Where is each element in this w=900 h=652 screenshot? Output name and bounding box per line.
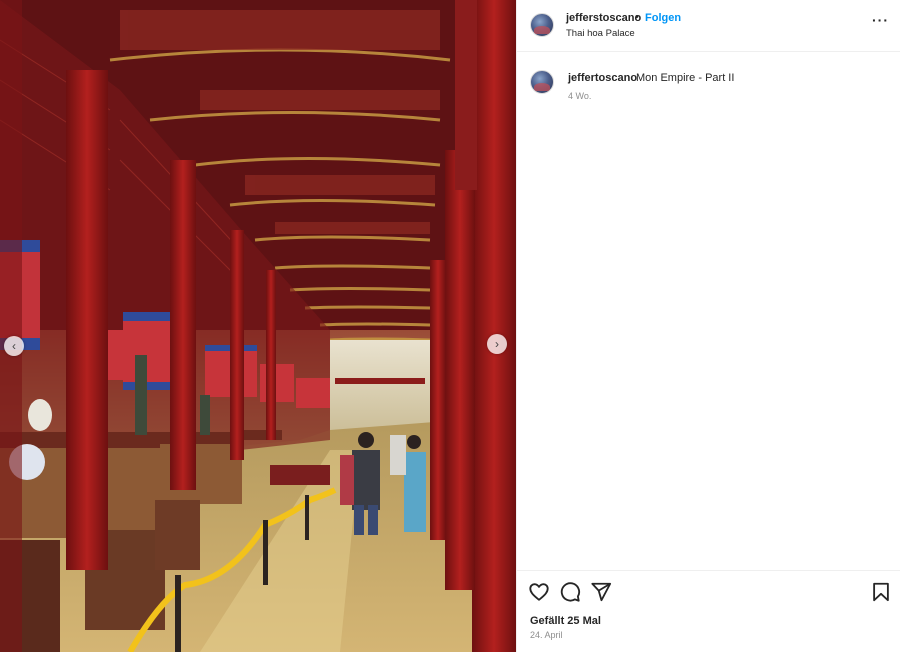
chevron-right-icon: › [495,337,499,351]
comment-icon[interactable] [559,581,581,603]
follow-button[interactable]: Folgen [645,12,681,24]
caption-avatar[interactable] [530,70,554,94]
next-photo-button[interactable]: › [487,334,507,354]
caption-timestamp[interactable]: 4 Wo. [568,91,591,101]
post-location[interactable]: Thai hoa Palace [566,28,635,39]
author-username[interactable]: jefferstoscano [566,12,641,24]
caption-username[interactable]: jeffertoscano [568,72,637,84]
paper-plane-icon[interactable] [590,581,612,603]
avatar[interactable] [530,13,554,37]
bookmark-icon[interactable] [870,581,892,603]
more-options-icon[interactable]: ··· [872,12,889,28]
heart-icon[interactable] [528,581,550,603]
like-count[interactable]: Gefällt 25 Mal [530,615,601,627]
post-sidebar: jefferstoscano • Folgen Thai hoa Palace … [516,0,900,652]
caption-text: Mon Empire - Part II [636,72,735,84]
chevron-left-icon: ‹ [12,339,16,353]
palace-hallway-image [0,0,516,652]
post-date[interactable]: 24. April [530,630,563,640]
post-actions: Gefällt 25 Mal 24. April [517,570,900,652]
previous-photo-button[interactable]: ‹ [4,336,24,356]
post-photo[interactable]: ‹ › [0,0,516,652]
separator-dot: • [635,11,639,23]
post-header: jefferstoscano • Folgen Thai hoa Palace … [517,0,900,52]
